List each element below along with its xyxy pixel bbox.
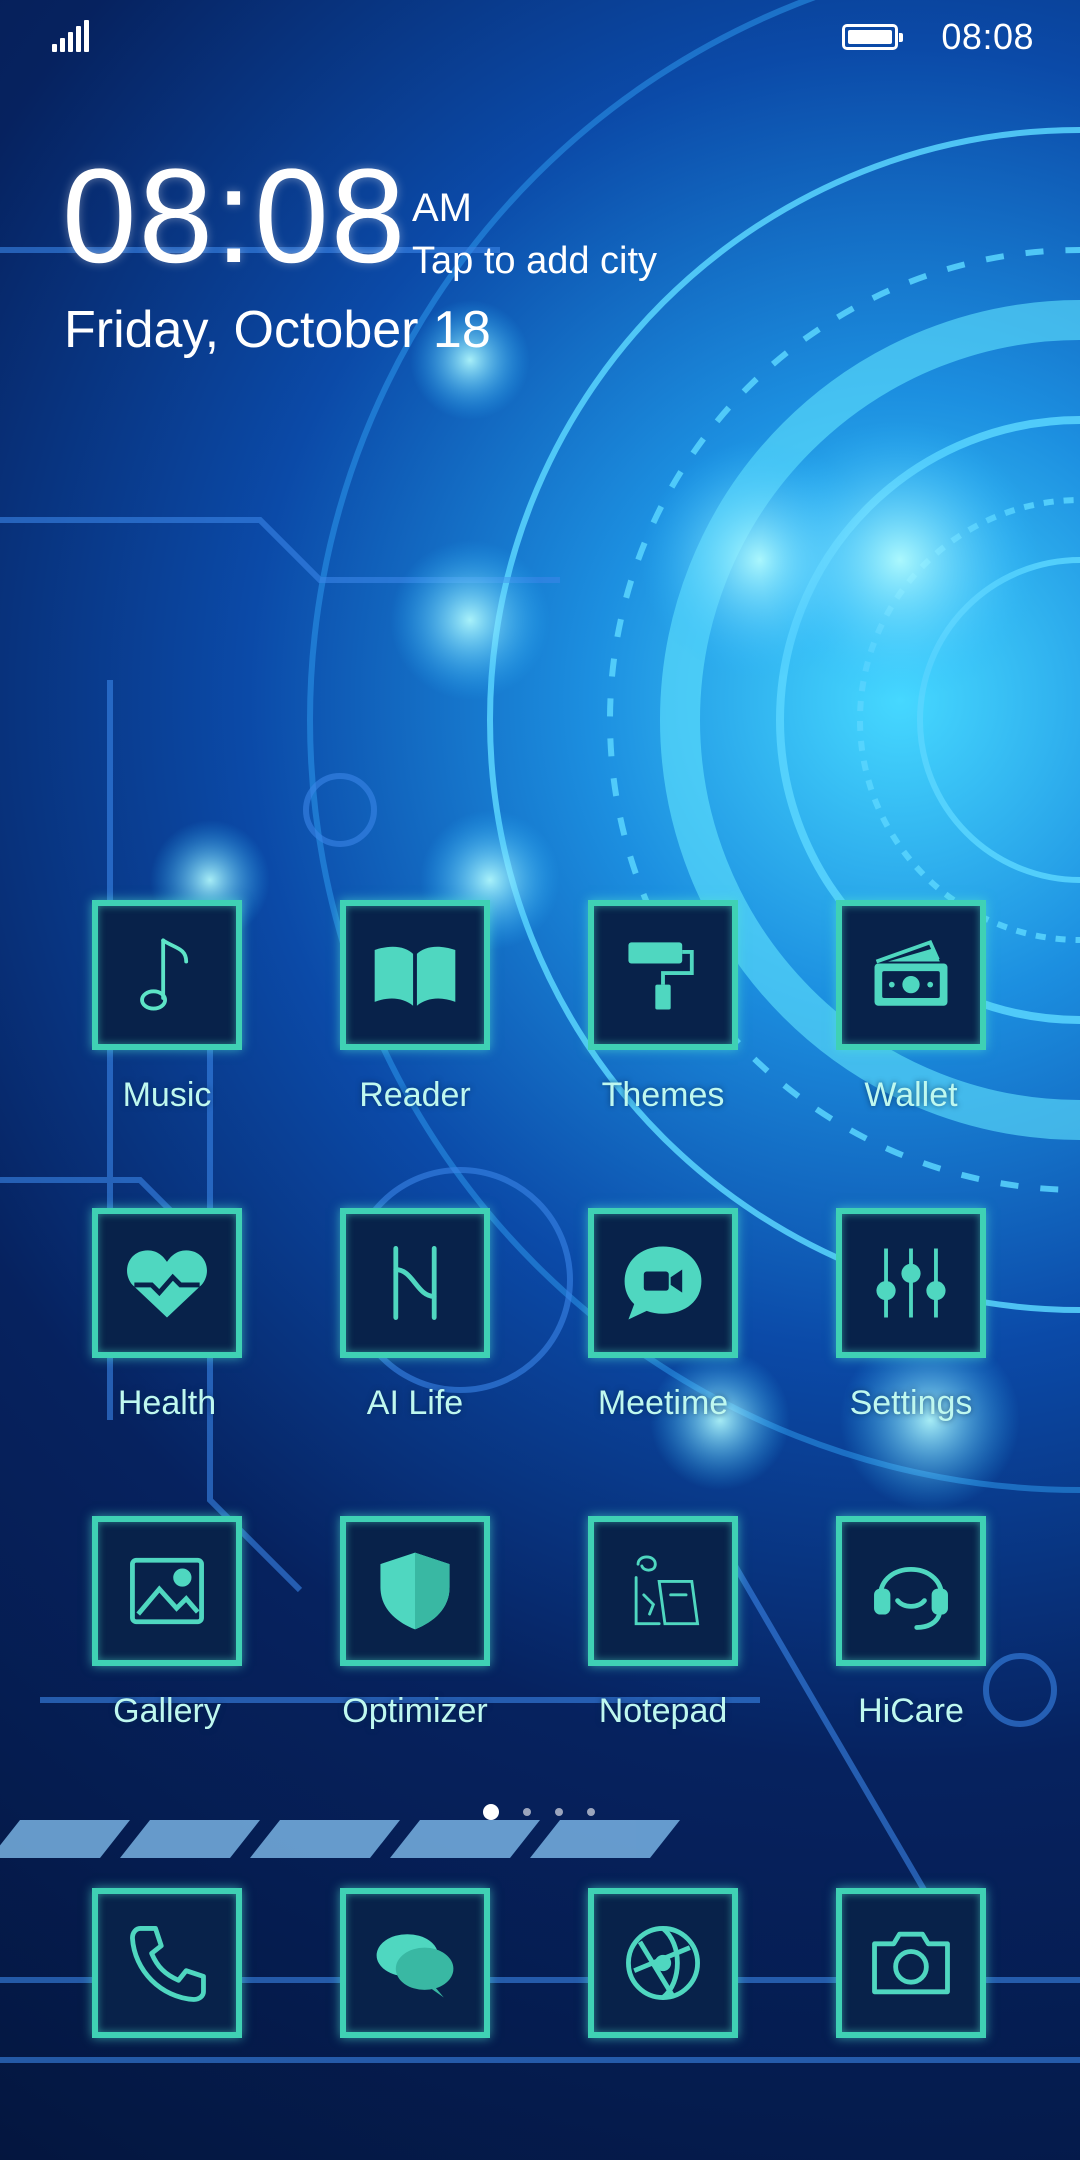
app-hicare[interactable]: HiCare bbox=[796, 1516, 996, 1730]
wallet-cash-icon bbox=[874, 939, 948, 1006]
app-optimizer[interactable]: Optimizer bbox=[300, 1516, 500, 1730]
music-note-icon bbox=[140, 938, 189, 1011]
dock-browser[interactable] bbox=[588, 1888, 738, 2038]
app-meetime[interactable]: Meetime bbox=[548, 1208, 748, 1422]
app-settings[interactable]: Settings bbox=[796, 1208, 996, 1422]
battery-full-icon bbox=[842, 24, 903, 50]
picture-icon bbox=[130, 1557, 204, 1625]
sliders-icon bbox=[876, 1248, 946, 1318]
open-book-icon bbox=[374, 946, 456, 1006]
app-ai-life[interactable]: AI Life bbox=[300, 1208, 500, 1422]
app-notepad[interactable]: Notepad bbox=[548, 1516, 748, 1730]
page-dot[interactable] bbox=[587, 1808, 595, 1816]
camera-icon bbox=[872, 1931, 950, 1995]
app-label: Notepad bbox=[598, 1692, 728, 1730]
ai-life-icon bbox=[393, 1246, 437, 1320]
app-label: Reader bbox=[359, 1076, 471, 1114]
heart-icon bbox=[127, 1250, 207, 1318]
page-dot[interactable] bbox=[555, 1808, 563, 1816]
status-time: 08:08 bbox=[941, 16, 1034, 57]
clock-time[interactable]: 08:08 bbox=[62, 150, 407, 284]
page-dot-active[interactable] bbox=[483, 1804, 499, 1820]
app-themes[interactable]: Themes bbox=[548, 900, 748, 1114]
app-label: Wallet bbox=[864, 1076, 958, 1114]
notepad-icon bbox=[634, 1555, 700, 1626]
messages-icon bbox=[376, 1934, 454, 1998]
dock-messages[interactable] bbox=[340, 1888, 490, 2038]
browser-globe-icon bbox=[626, 1926, 700, 2000]
app-label: Health bbox=[117, 1384, 217, 1422]
app-label: Meetime bbox=[597, 1384, 729, 1422]
clock-ampm: AM bbox=[412, 186, 472, 230]
app-label: AI Life bbox=[366, 1384, 464, 1422]
shield-icon bbox=[380, 1552, 450, 1630]
headset-icon bbox=[874, 1567, 948, 1630]
app-label: Music bbox=[122, 1076, 212, 1114]
app-label: Themes bbox=[601, 1076, 725, 1114]
app-health[interactable]: Health bbox=[52, 1208, 252, 1422]
add-city-link[interactable]: Tap to add city bbox=[412, 240, 657, 283]
app-label: Optimizer bbox=[342, 1692, 488, 1730]
app-reader[interactable]: Reader bbox=[300, 900, 500, 1114]
page-indicator[interactable] bbox=[483, 1804, 603, 1824]
page-dot[interactable] bbox=[523, 1808, 531, 1816]
app-wallet[interactable]: Wallet bbox=[796, 900, 996, 1114]
app-gallery[interactable]: Gallery bbox=[52, 1516, 252, 1730]
app-label: Settings bbox=[849, 1384, 973, 1422]
signal-bars-icon bbox=[52, 20, 92, 52]
app-music[interactable]: Music bbox=[52, 900, 252, 1114]
dock-camera[interactable] bbox=[836, 1888, 986, 2038]
clock-date: Friday, October 18 bbox=[64, 301, 491, 359]
phone-icon bbox=[130, 1926, 206, 2002]
app-label: HiCare bbox=[858, 1692, 964, 1730]
status-bar: 08:08 bbox=[0, 0, 1080, 72]
video-chat-icon bbox=[624, 1246, 702, 1320]
paint-roller-icon bbox=[628, 942, 694, 1010]
app-label: Gallery bbox=[113, 1692, 221, 1730]
dock-phone[interactable] bbox=[92, 1888, 242, 2038]
